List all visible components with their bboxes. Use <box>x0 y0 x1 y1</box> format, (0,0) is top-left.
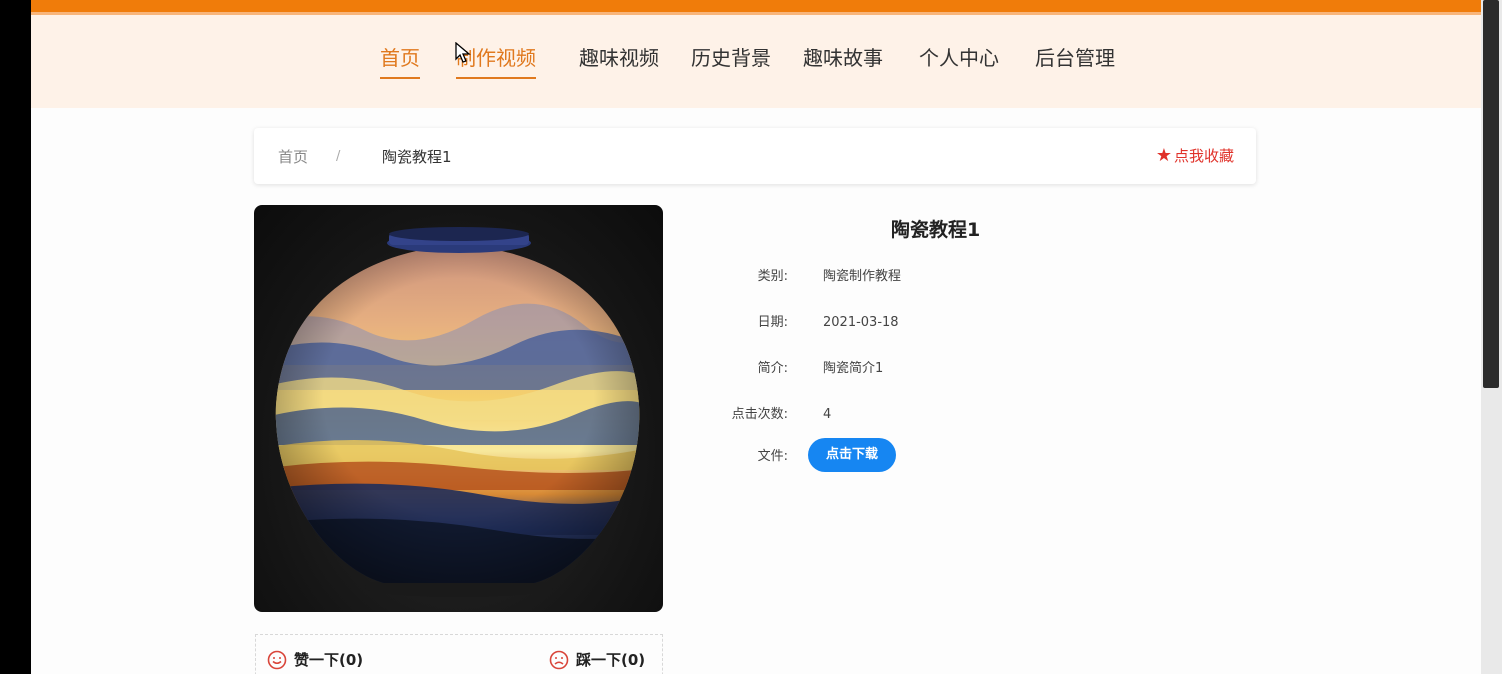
scrollbar-thumb[interactable] <box>1483 0 1499 388</box>
dislike-button[interactable]: 踩一下(0) <box>549 649 645 671</box>
main-nav: 首页 制作视频 趣味视频 历史背景 趣味故事 个人中心 后台管理 <box>31 15 1481 108</box>
breadcrumb: 首页 / 陶瓷教程1 ★ 点我收藏 <box>254 128 1256 184</box>
smile-icon <box>267 650 287 670</box>
date-label: 日期: <box>757 315 788 330</box>
nav-item-home[interactable]: 首页 <box>380 44 420 79</box>
like-label: 赞一下(0) <box>294 651 364 669</box>
product-image <box>254 205 663 612</box>
vote-panel: 赞一下(0) 踩一下(0) <box>255 634 663 674</box>
vase-illustration <box>275 227 640 597</box>
frown-icon <box>549 650 569 670</box>
category-value: 陶瓷制作教程 <box>823 269 902 284</box>
nav-item-fun-video[interactable]: 趣味视频 <box>579 44 659 72</box>
like-button[interactable]: 赞一下(0) <box>267 649 363 671</box>
download-button[interactable]: 点击下载 <box>808 438 896 472</box>
favorite-label: 点我收藏 <box>1173 147 1234 165</box>
star-icon: ★ <box>1155 145 1172 166</box>
nav-item-fun-story[interactable]: 趣味故事 <box>803 44 883 72</box>
nav-item-admin[interactable]: 后台管理 <box>1035 44 1115 72</box>
file-label: 文件: <box>757 449 788 464</box>
summary-label: 简介: <box>757 361 788 376</box>
mouse-pointer-icon <box>455 42 471 63</box>
page: 首页 制作视频 趣味视频 历史背景 趣味故事 个人中心 后台管理 首页 / 陶瓷… <box>31 0 1481 674</box>
breadcrumb-separator: / <box>336 149 341 164</box>
favorite-button[interactable]: ★ 点我收藏 <box>1156 146 1234 166</box>
summary-value: 陶瓷简介1 <box>823 361 884 376</box>
breadcrumb-home[interactable]: 首页 <box>278 147 308 167</box>
detail-title: 陶瓷教程1 <box>891 219 981 241</box>
date-value: 2021-03-18 <box>823 315 899 330</box>
nav-item-personal-center[interactable]: 个人中心 <box>919 44 999 72</box>
category-label: 类别: <box>757 269 788 284</box>
top-accent-bar <box>31 0 1481 15</box>
click-count-label: 点击次数: <box>731 407 788 422</box>
nav-item-history[interactable]: 历史背景 <box>691 44 771 72</box>
dislike-label: 踩一下(0) <box>576 651 646 669</box>
click-count-value: 4 <box>823 407 832 422</box>
breadcrumb-current: 陶瓷教程1 <box>382 148 452 166</box>
